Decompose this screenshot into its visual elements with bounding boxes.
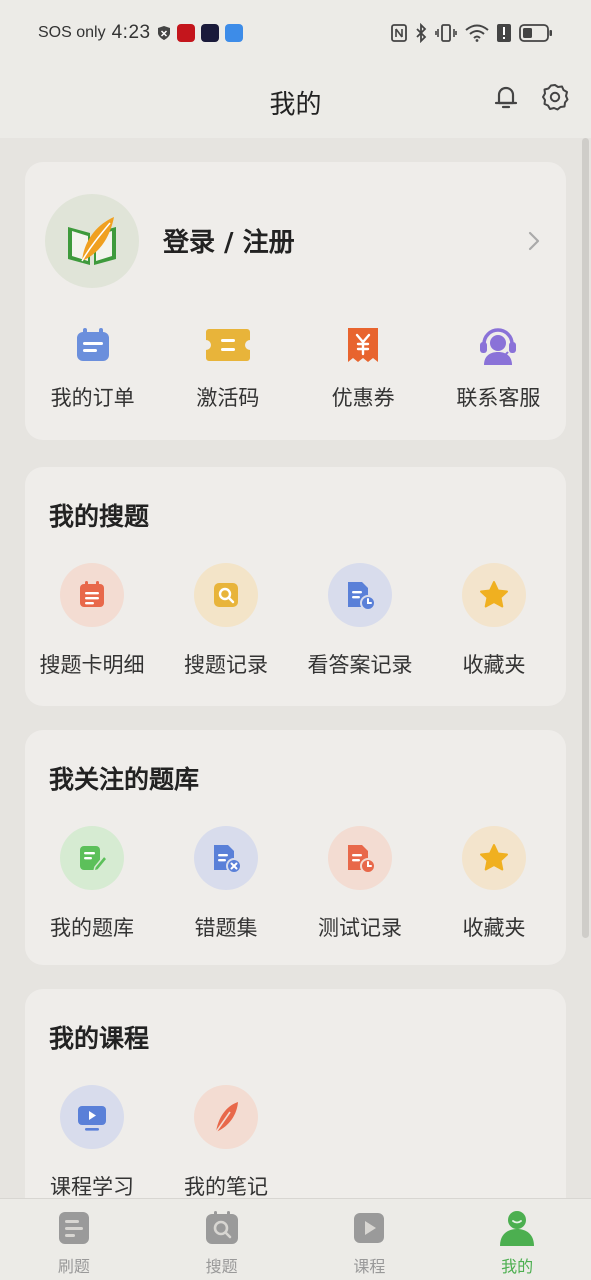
- scroll-content[interactable]: 登录 / 注册 我的订单 激活码 优惠券 联系客服 我的搜题 搜题卡明细 搜题记…: [0, 138, 591, 1198]
- answer-record-button[interactable]: 看答案记录: [293, 563, 427, 679]
- my-orders-button[interactable]: 我的订单: [25, 322, 160, 422]
- status-left: SOS only 4:23: [38, 22, 243, 44]
- search-card-detail-button[interactable]: 搜题卡明细: [25, 563, 159, 679]
- my-courses-grid: 课程学习 我的笔记: [25, 1085, 566, 1198]
- grid-item-label: 搜题卡明细: [39, 653, 145, 677]
- alert-icon: [497, 24, 511, 42]
- my-question-bank-button[interactable]: 我的题库: [25, 826, 159, 942]
- grid-item-label: 收藏夹: [462, 916, 526, 940]
- document-icon: [54, 1209, 94, 1247]
- coupon-button[interactable]: 优惠券: [296, 322, 431, 422]
- search-record-icon: [194, 563, 258, 627]
- my-search-grid: 搜题卡明细 搜题记录 看答案记录 收藏夹: [25, 563, 566, 679]
- bluetooth-icon: [416, 23, 427, 43]
- wrong-questions-button[interactable]: 错题集: [159, 826, 293, 942]
- login-register-link[interactable]: 登录 / 注册: [163, 222, 295, 259]
- avatar[interactable]: [45, 194, 139, 288]
- page-title: 我的: [269, 89, 322, 120]
- search-icon: [202, 1209, 242, 1247]
- play-icon: [349, 1209, 389, 1247]
- status-right: [391, 23, 553, 43]
- quick-action-label: 我的订单: [50, 386, 135, 410]
- star-icon: [462, 826, 526, 890]
- answer-record-icon: [328, 563, 392, 627]
- bell-icon[interactable]: [491, 82, 521, 112]
- grid-item-label: 收藏夹: [462, 653, 526, 677]
- followed-banks-card: 我关注的题库 我的题库 错题集 测试记录 收藏夹: [25, 730, 566, 965]
- clock-text: 4:23: [111, 22, 151, 43]
- grid-item-label: 错题集: [194, 916, 258, 940]
- nav-courses[interactable]: 课程: [296, 1199, 444, 1280]
- page-header: 我的: [0, 66, 591, 138]
- nav-label: 刷题: [57, 1257, 90, 1276]
- grid-item-label: 课程学习: [50, 1175, 134, 1198]
- vibrate-icon: [435, 24, 457, 42]
- star-icon: [462, 563, 526, 627]
- grid-item-label: 我的题库: [50, 916, 134, 940]
- test-record-icon: [328, 826, 392, 890]
- bottom-nav: 刷题 搜题 课程 我的: [0, 1198, 591, 1280]
- quick-action-label: 激活码: [196, 386, 260, 410]
- app-notification-icon: [224, 24, 243, 42]
- shield-icon: [157, 26, 170, 40]
- section-title: 我的搜题: [49, 502, 150, 531]
- ticket-icon: [205, 322, 251, 368]
- video-screen-icon: [60, 1085, 124, 1149]
- leaf-book-logo-icon: [68, 217, 116, 265]
- quick-action-label: 联系客服: [456, 386, 541, 410]
- edit-doc-icon: [60, 826, 124, 890]
- coupon-icon: [340, 322, 386, 368]
- nav-label: 课程: [353, 1257, 386, 1276]
- activation-code-button[interactable]: 激活码: [160, 322, 295, 422]
- test-record-button[interactable]: 测试记录: [293, 826, 427, 942]
- favorites-button[interactable]: 收藏夹: [427, 563, 561, 679]
- followed-banks-grid: 我的题库 错题集 测试记录 收藏夹: [25, 826, 566, 942]
- search-record-button[interactable]: 搜题记录: [159, 563, 293, 679]
- section-title: 我关注的题库: [49, 765, 200, 794]
- wrong-doc-icon: [194, 826, 258, 890]
- grid-item-label: 看答案记录: [307, 653, 413, 677]
- grid-item-label: 测试记录: [318, 916, 402, 940]
- chevron-right-icon[interactable]: [525, 228, 543, 254]
- bank-favorites-button[interactable]: 收藏夹: [427, 826, 561, 942]
- calendar-icon: [70, 322, 116, 368]
- status-bar: SOS only 4:23: [0, 0, 591, 66]
- my-notes-button[interactable]: 我的笔记: [159, 1085, 293, 1198]
- nav-label: 搜题: [205, 1257, 238, 1276]
- battery-icon: [519, 24, 552, 42]
- nav-practice[interactable]: 刷题: [0, 1199, 148, 1280]
- customer-service-button[interactable]: 联系客服: [431, 322, 566, 422]
- user-icon: [497, 1209, 537, 1247]
- app-notification-icon: [200, 24, 219, 42]
- my-courses-card: 我的课程 课程学习 我的笔记: [25, 989, 566, 1198]
- nav-label: 我的: [501, 1257, 534, 1276]
- nfc-icon: [391, 24, 407, 42]
- wifi-icon: [465, 24, 489, 42]
- gear-icon[interactable]: [540, 82, 570, 112]
- profile-card: 登录 / 注册 我的订单 激活码 优惠券 联系客服: [25, 162, 566, 440]
- feather-icon: [194, 1085, 258, 1149]
- quick-action-label: 优惠券: [331, 386, 395, 410]
- grid-item-label: 搜题记录: [184, 653, 268, 677]
- scrollbar[interactable]: [582, 138, 589, 938]
- my-search-card: 我的搜题 搜题卡明细 搜题记录 看答案记录 收藏夹: [25, 467, 566, 706]
- headset-icon: [475, 322, 521, 368]
- nav-search[interactable]: 搜题: [148, 1199, 296, 1280]
- section-title: 我的课程: [49, 1024, 150, 1053]
- app-notification-icon: [176, 24, 195, 42]
- nav-mine[interactable]: 我的: [443, 1199, 591, 1280]
- course-study-button[interactable]: 课程学习: [25, 1085, 159, 1198]
- grid-item-label: 我的笔记: [184, 1175, 268, 1198]
- quick-actions: 我的订单 激活码 优惠券 联系客服: [25, 322, 566, 422]
- carrier-text: SOS only: [38, 24, 106, 41]
- list-card-icon: [60, 563, 124, 627]
